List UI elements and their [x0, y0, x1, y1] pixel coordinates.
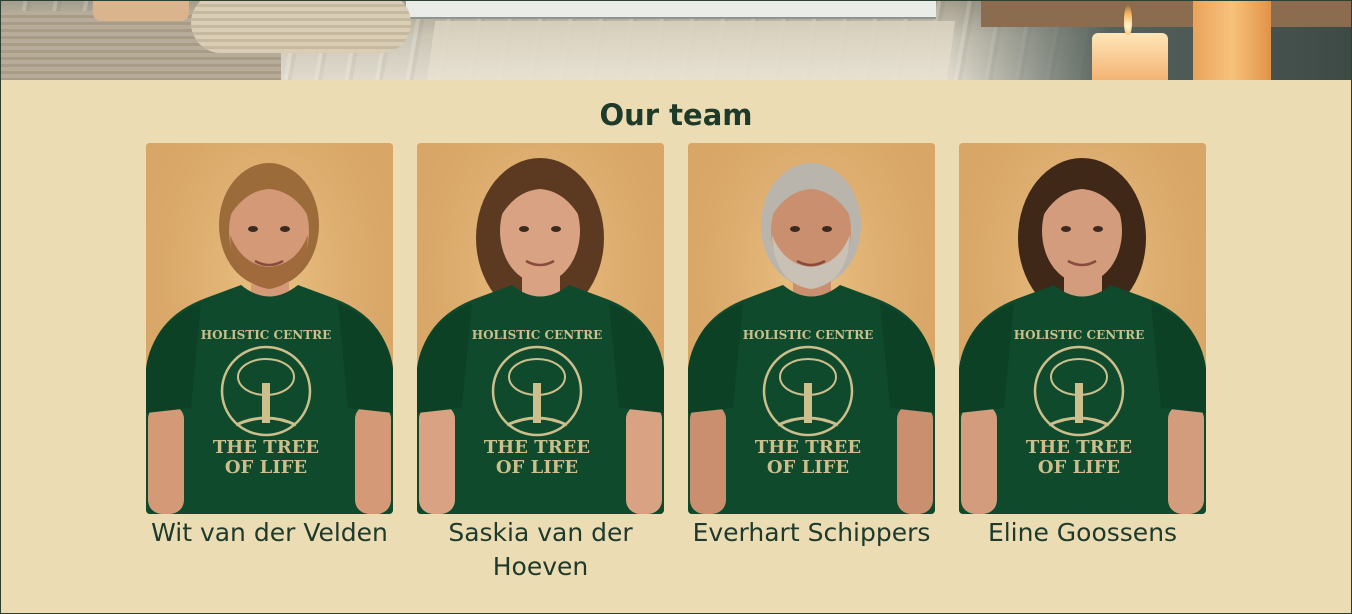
shirt-text: OF LIFE	[1038, 457, 1120, 478]
shirt-text: HOLISTIC CENTRE	[743, 328, 874, 342]
member-name: Eline Goossens	[987, 518, 1178, 547]
shirt-text: HOLISTIC CENTRE	[201, 328, 332, 342]
hero-banner-image	[1, 1, 1351, 80]
shirt-text: HOLISTIC CENTRE	[472, 328, 603, 342]
member-name: Wit van der Velden	[151, 518, 388, 547]
candle-image	[1193, 1, 1271, 80]
team-member-card: HOLISTIC CENTRE THE TREE OF LIFE Eline Goo…	[959, 143, 1206, 550]
team-grid: HOLISTIC CENTRE THE TREE OF LIFE Wit van d…	[146, 143, 1206, 603]
shirt-text: THE TREE	[484, 437, 590, 458]
shirt-text: THE TREE	[1026, 437, 1132, 458]
shirt-text: HOLISTIC CENTRE	[1014, 328, 1145, 342]
team-member-card: HOLISTIC CENTRE THE TREE OF LIFE Wit van d…	[146, 143, 393, 550]
shirt-text: OF LIFE	[225, 457, 307, 478]
candle-image	[1092, 33, 1168, 80]
shirt-text: OF LIFE	[767, 457, 849, 478]
member-photo: HOLISTIC CENTRE THE TREE OF LIFE	[959, 143, 1206, 514]
team-member-card: HOLISTIC CENTRE THE TREE OF LIFE Everhart …	[688, 143, 935, 550]
member-photo: HOLISTIC CENTRE THE TREE OF LIFE	[688, 143, 935, 514]
member-photo: HOLISTIC CENTRE THE TREE OF LIFE	[417, 143, 664, 514]
shirt-text: THE TREE	[755, 437, 861, 458]
section-title: Our team	[599, 98, 753, 132]
member-name: Saskia van der Hoeven	[448, 518, 633, 581]
member-name: Everhart Schippers	[692, 518, 931, 547]
team-member-card: HOLISTIC CENTRE THE TREE OF LIFE Saskia va…	[417, 143, 664, 584]
shirt-text: OF LIFE	[496, 457, 578, 478]
shirt-text: THE TREE	[213, 437, 319, 458]
member-photo: HOLISTIC CENTRE THE TREE OF LIFE	[146, 143, 393, 514]
